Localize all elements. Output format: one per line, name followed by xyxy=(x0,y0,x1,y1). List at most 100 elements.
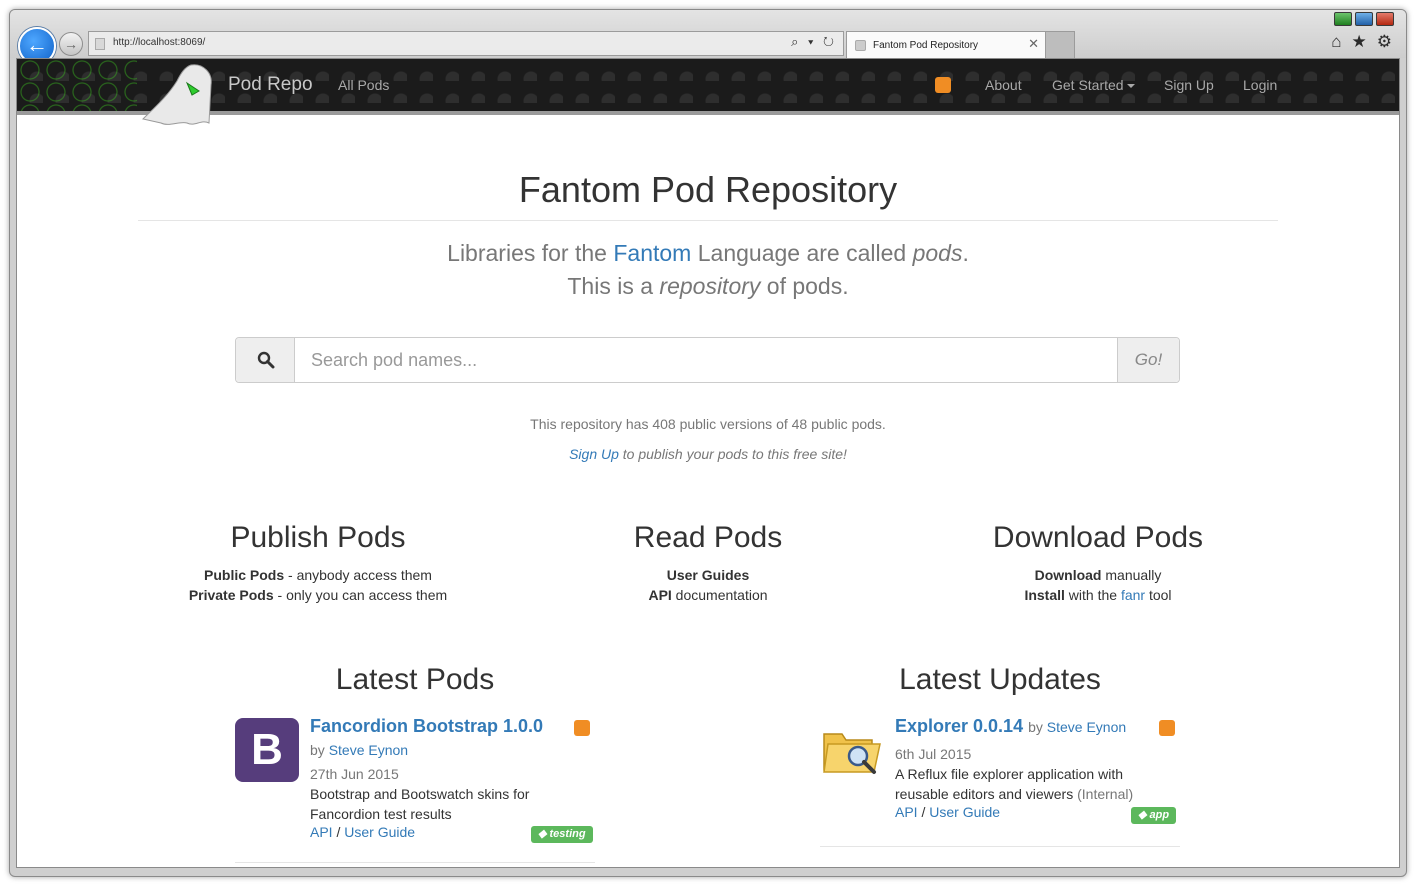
feature-bold: Private Pods xyxy=(188,587,274,603)
api-link[interactable]: API xyxy=(310,824,333,840)
internal-label: (Internal) xyxy=(1073,786,1134,802)
pod-links: API / User Guide xyxy=(310,824,415,840)
signup-rest: to publish your pods to this free site! xyxy=(618,446,847,462)
pod-author-line: by Steve Eynon xyxy=(310,740,408,760)
hexagon-pattern xyxy=(17,59,137,111)
feature-bold: Public Pods xyxy=(204,567,285,583)
feature-text: documentation xyxy=(671,587,768,603)
minimize-button[interactable] xyxy=(1334,12,1352,26)
feature-text: - anybody access them xyxy=(284,567,432,583)
feature-download: Download Pods Download manually Install … xyxy=(918,521,1278,605)
search-icon xyxy=(257,351,275,369)
author-link[interactable]: Steve Eynon xyxy=(329,742,408,758)
feature-text: manually xyxy=(1101,567,1162,583)
tab-favicon-icon xyxy=(855,40,866,51)
by-text: by xyxy=(310,742,325,758)
signup-line: Sign Up to publish your pods to this fre… xyxy=(17,446,1399,462)
address-bar[interactable]: http://localhost:8069/ ⌕ ▾ ↻ xyxy=(88,31,844,56)
feature-read-title: Read Pods xyxy=(633,521,783,554)
page-title: Fantom Pod Repository xyxy=(518,169,898,210)
fantom-link[interactable]: Fantom xyxy=(613,240,691,266)
star-icon[interactable]: ★ xyxy=(1352,32,1367,52)
pod-by: by Steve Eynon xyxy=(1028,719,1126,735)
user-guide-link[interactable]: User Guide xyxy=(344,824,415,840)
feature-read: Read Pods User Guides API documentation xyxy=(528,521,888,605)
tagline: Libraries for the Fantom Language are ca… xyxy=(17,237,1399,303)
tagline-text: of pods. xyxy=(760,273,849,299)
feature-publish-title: Publish Pods xyxy=(230,521,406,554)
navbar-brand[interactable]: Pod Repo xyxy=(228,74,313,96)
latest-pod-item: B Fancordion Bootstrap 1.0.0 by Steve Ey… xyxy=(235,716,595,848)
feature-line: Private Pods - only you can access them xyxy=(138,585,498,605)
pod-date: 27th Jun 2015 xyxy=(310,766,399,782)
browser-window: ← → http://localhost:8069/ ⌕ ▾ ↻ Fantom … xyxy=(9,9,1407,877)
latest-pods-title: Latest Pods xyxy=(335,663,495,696)
update-divider xyxy=(820,846,1180,847)
tag-label: app xyxy=(1149,809,1170,821)
feature-bold: Download xyxy=(1034,567,1102,583)
tagline-em: repository xyxy=(659,273,761,299)
by-text: by xyxy=(1028,719,1043,735)
search-group: Go! xyxy=(235,337,1180,383)
title-divider xyxy=(138,220,1278,221)
nav-get-started[interactable]: Get Started xyxy=(1052,77,1135,93)
pod-name[interactable]: Explorer 0.0.14 xyxy=(895,716,1023,736)
latest-updates-title: Latest Updates xyxy=(899,663,1101,696)
search-go-button[interactable]: Go! xyxy=(1117,338,1179,382)
nav-login[interactable]: Login xyxy=(1243,77,1277,93)
new-tab-button[interactable] xyxy=(1045,31,1075,58)
nav-get-started-label: Get Started xyxy=(1052,77,1124,93)
browser-tab[interactable]: Fantom Pod Repository ✕ xyxy=(846,31,1046,58)
folder-magnifier-icon[interactable] xyxy=(820,718,884,782)
rss-icon[interactable] xyxy=(574,720,590,736)
page-viewport: Pod Repo All Pods About Get Started Sign… xyxy=(16,58,1400,868)
api-link[interactable]: API xyxy=(895,804,918,820)
tag-badge[interactable]: ◆ testing xyxy=(531,826,593,843)
tab-close-icon[interactable]: ✕ xyxy=(1028,36,1039,52)
signup-link[interactable]: Sign Up xyxy=(569,446,619,462)
feature-bold: User Guides xyxy=(666,567,750,583)
nav-sign-up[interactable]: Sign Up xyxy=(1164,77,1214,93)
nav-about[interactable]: About xyxy=(985,77,1022,93)
pod-name-link[interactable]: Fancordion Bootstrap 1.0.0 xyxy=(310,716,543,737)
feature-line: Download manually xyxy=(918,565,1278,585)
feature-bold: Install xyxy=(1024,587,1065,603)
address-url[interactable]: http://localhost:8069/ xyxy=(113,37,205,48)
page-icon xyxy=(95,38,105,50)
tagline-em: pods xyxy=(912,240,963,266)
search-input[interactable] xyxy=(295,338,1117,382)
pod-name-link: Explorer 0.0.14 by Steve Eynon xyxy=(895,716,1126,737)
browser-toolbar-icons: ⌂ ★ ⚙ xyxy=(1331,32,1392,52)
feature-download-title: Download Pods xyxy=(992,521,1204,554)
pod-date: 6th Jul 2015 xyxy=(895,746,972,762)
user-guide-link[interactable]: User Guide xyxy=(929,804,1000,820)
author-link[interactable]: Steve Eynon xyxy=(1047,719,1126,735)
gear-icon[interactable]: ⚙ xyxy=(1377,32,1392,52)
bootstrap-icon[interactable]: B xyxy=(235,718,299,782)
window-controls xyxy=(1334,12,1394,26)
forward-button[interactable]: → xyxy=(59,32,83,56)
ghost-logo-icon[interactable] xyxy=(139,61,219,133)
rss-icon[interactable] xyxy=(935,77,951,93)
tagline-text: . xyxy=(962,240,969,266)
tagline-text: Libraries for the xyxy=(447,240,614,266)
feature-line: Install with the fanr tool xyxy=(918,585,1278,605)
link-separator: / xyxy=(917,804,930,820)
address-tools[interactable]: ⌕ ▾ ↻ xyxy=(791,34,837,50)
maximize-button[interactable] xyxy=(1355,12,1373,26)
feature-text: with the xyxy=(1064,587,1121,603)
tag-badge[interactable]: ◆ app xyxy=(1131,807,1177,824)
feature-line: Public Pods - anybody access them xyxy=(138,565,498,585)
close-window-button[interactable] xyxy=(1376,12,1394,26)
search-addon xyxy=(236,338,295,382)
feature-line: API documentation xyxy=(528,585,888,605)
caret-down-icon xyxy=(1126,84,1135,89)
rss-icon[interactable] xyxy=(1159,720,1175,736)
site-navbar: Pod Repo All Pods About Get Started Sign… xyxy=(17,59,1399,125)
latest-update-item: Explorer 0.0.14 by Steve Eynon 6th Jul 2… xyxy=(820,716,1180,848)
nav-all-pods[interactable]: All Pods xyxy=(338,77,389,93)
home-icon[interactable]: ⌂ xyxy=(1331,32,1341,52)
stats-text: This repository has 408 public versions … xyxy=(530,416,886,432)
feature-line: User Guides xyxy=(528,565,888,585)
fanr-link[interactable]: fanr xyxy=(1121,587,1145,603)
